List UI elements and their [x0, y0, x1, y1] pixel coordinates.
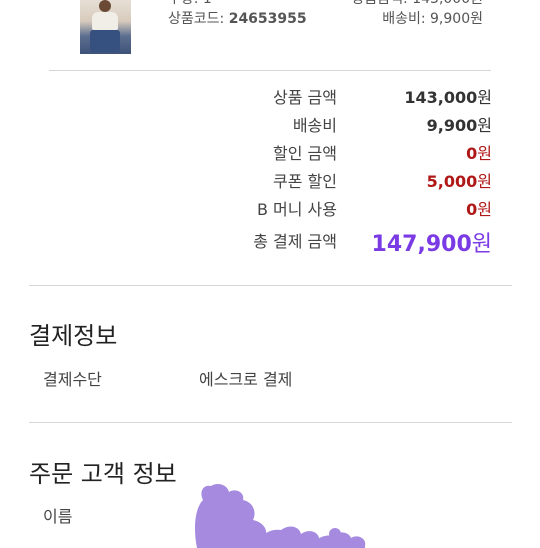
product-quantity-text: 수량: 1	[168, 0, 212, 8]
summary-row-product-amount: 상품 금액 143,000원	[0, 84, 540, 110]
summary-value: 0원	[466, 196, 492, 220]
summary-label: B 머니 사용	[256, 200, 337, 219]
divider	[29, 285, 512, 286]
summary-row-discount: 할인 금액 0원	[0, 140, 540, 166]
summary-value: 9,900원	[427, 112, 492, 136]
summary-row-bmoney: B 머니 사용 0원	[0, 196, 540, 222]
summary-amount: 9,900	[426, 116, 478, 135]
product-code-value: 24653955	[228, 11, 307, 27]
privacy-sticker	[195, 484, 366, 548]
summary-amount: 143,000	[404, 88, 478, 107]
currency-unit: 원	[477, 200, 492, 219]
summary-amount: 0	[466, 144, 478, 163]
summary-amount: 0	[466, 200, 478, 219]
order-product-row: 수량: 1 상품금액: 143,000원 상품코드: 24653955 배송비:…	[0, 0, 540, 60]
currency-unit: 원	[477, 172, 492, 191]
summary-label: 쿠폰 할인	[273, 172, 337, 191]
customer-info-title: 주문 고객 정보	[29, 460, 177, 488]
currency-unit: 원	[477, 88, 492, 107]
summary-label: 상품 금액	[273, 88, 337, 107]
summary-amount: 5,000	[426, 172, 478, 191]
product-thumbnail[interactable]	[80, 0, 131, 54]
total-amount: 147,900	[371, 232, 472, 257]
product-code: 상품코드: 24653955	[168, 8, 307, 28]
product-shipping-fee: 배송비: 9,900원	[382, 11, 483, 27]
divider	[29, 422, 512, 423]
summary-value: 5,000원	[427, 168, 492, 192]
currency-unit: 원	[471, 232, 492, 257]
product-code-label: 상품코드:	[168, 11, 225, 27]
currency-unit: 원	[477, 116, 492, 135]
divider	[49, 70, 491, 71]
total-value: 147,900원	[372, 226, 492, 258]
payment-method-value: 에스크로 결제	[199, 370, 293, 389]
payment-info-title: 결제정보	[29, 322, 118, 350]
summary-row-total: 총 결제 금액 147,900원	[0, 226, 540, 258]
summary-label: 할인 금액	[273, 144, 337, 163]
summary-row-coupon: 쿠폰 할인 5,000원	[0, 168, 540, 194]
customer-name-label: 이름	[43, 507, 73, 526]
summary-row-shipping: 배송비 9,900원	[0, 112, 540, 138]
summary-value: 143,000원	[404, 84, 492, 108]
summary-label: 배송비	[292, 116, 337, 135]
payment-method-label: 결제수단	[43, 370, 102, 389]
currency-unit: 원	[477, 144, 492, 163]
product-price-text: 상품금액: 143,000원	[352, 0, 483, 8]
summary-value: 0원	[466, 140, 492, 164]
summary-label: 총 결제 금액	[253, 232, 337, 251]
